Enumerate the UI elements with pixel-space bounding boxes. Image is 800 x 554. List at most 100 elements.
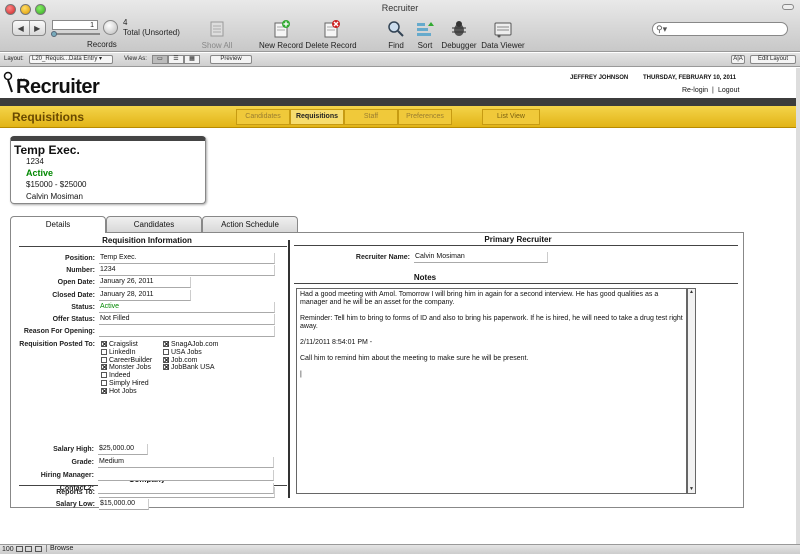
- position-label: Position:: [65, 255, 95, 262]
- show-all-label: Show All: [201, 41, 233, 50]
- page-title: Requisitions: [12, 110, 85, 124]
- notes-scrollbar[interactable]: ▲ ▼: [687, 288, 696, 494]
- record-slider-knob[interactable]: [51, 31, 57, 37]
- posted-site-label: JobBank USA: [171, 364, 215, 371]
- checkbox-icon: [163, 341, 169, 347]
- show-all-icon: [210, 21, 224, 37]
- status-toolbar-toggle-icon[interactable]: [35, 546, 42, 552]
- logo-mark-icon: [3, 71, 13, 93]
- posted-monster-checkbox[interactable]: Monster Jobs: [101, 364, 151, 372]
- tab-action-schedule[interactable]: Action Schedule: [202, 216, 298, 232]
- zoom-level[interactable]: 100: [2, 546, 14, 553]
- new-record-button[interactable]: New Record: [258, 20, 304, 50]
- app-logo: ACC Recruiter: [3, 71, 100, 99]
- record-number-input[interactable]: 1: [52, 20, 98, 30]
- tab-preferences[interactable]: Preferences: [398, 109, 452, 125]
- new-record-label: New Record: [258, 41, 303, 50]
- zoom-in-icon[interactable]: [25, 546, 32, 552]
- scroll-down-icon[interactable]: ▼: [688, 486, 695, 493]
- posted-snagajob-checkbox[interactable]: SnagAJob.com: [163, 341, 218, 349]
- list-view-button[interactable]: List View: [482, 109, 540, 125]
- view-list-icon[interactable]: ☰: [168, 55, 184, 64]
- header-separator: |: [712, 87, 714, 94]
- open-date-field[interactable]: January 26, 2011: [99, 277, 191, 288]
- posted-jobbank-checkbox[interactable]: JobBank USA: [163, 364, 215, 372]
- debugger-label: Debugger: [441, 41, 477, 50]
- data-viewer-button[interactable]: Data Viewer: [481, 20, 525, 50]
- position-field[interactable]: Temp Exec.: [99, 253, 275, 264]
- posted-site-label: Monster Jobs: [109, 364, 152, 371]
- contact2-field[interactable]: [98, 483, 274, 494]
- posted-linkedin-checkbox[interactable]: LinkedIn: [101, 349, 135, 357]
- status-bar: 100 Browse: [0, 544, 800, 554]
- salary-high-field[interactable]: $25,000.00: [98, 444, 148, 455]
- number-label: Number:: [66, 267, 95, 274]
- posted-site-label: Indeed: [109, 372, 131, 379]
- data-viewer-icon: [494, 22, 512, 38]
- notes-paragraph: Had a good meeting with Amol. Tomorrow I…: [300, 291, 659, 306]
- edit-layout-button[interactable]: Edit Layout: [750, 55, 796, 64]
- posted-simplyhired-checkbox[interactable]: Simply Hired: [101, 380, 149, 388]
- new-record-icon: [274, 20, 290, 38]
- debugger-button[interactable]: Debugger: [441, 20, 477, 50]
- layout-select[interactable]: L20_Requis...Data Entry ▾: [29, 55, 113, 64]
- status-field[interactable]: Active: [99, 302, 275, 313]
- offer-status-label: Offer Status:: [52, 316, 95, 323]
- find-magnifier-icon: [388, 21, 404, 37]
- prev-record-icon[interactable]: ◀: [13, 21, 29, 35]
- layout-bar: Layout: L20_Requis...Data Entry ▾ View A…: [0, 53, 800, 67]
- posted-site-label: Hot Jobs: [109, 388, 137, 395]
- view-as-buttons: ▭ ☰ ▦: [152, 55, 200, 64]
- grade-field[interactable]: Medium: [98, 457, 274, 468]
- tab-details[interactable]: Details: [10, 216, 106, 233]
- recruiter-name-field[interactable]: Calvin Mosiman: [414, 252, 548, 263]
- checkbox-icon: [101, 364, 107, 370]
- delete-record-icon: [324, 20, 340, 38]
- window-scrollbar[interactable]: [796, 68, 800, 544]
- tab-staff[interactable]: Staff: [344, 109, 398, 125]
- reason-field[interactable]: [99, 326, 275, 337]
- view-form-icon[interactable]: ▭: [152, 55, 168, 64]
- number-field[interactable]: 1234: [99, 265, 275, 276]
- notes-textarea[interactable]: Had a good meeting with Amol. Tomorrow I…: [296, 288, 687, 494]
- tab-candidates[interactable]: Candidates: [236, 109, 290, 125]
- text-size-button[interactable]: A|A: [731, 55, 745, 64]
- window-toolbar: Recruiter ◀ ▶ 1 4 Total (Unsorted) Recor…: [0, 0, 800, 52]
- preview-button[interactable]: Preview: [210, 55, 252, 64]
- posted-hotjobs-checkbox[interactable]: Hot Jobs: [101, 388, 137, 396]
- salary-low-field[interactable]: $15,000.00: [99, 499, 149, 510]
- find-button[interactable]: Find: [384, 20, 408, 50]
- notes-heading: Notes: [413, 273, 437, 282]
- posted-craigslist-checkbox[interactable]: Craigslist: [101, 341, 138, 349]
- salary-high-label: Salary High:: [53, 446, 94, 453]
- toolbar-toggle-button[interactable]: [782, 4, 794, 10]
- checkbox-icon: [163, 357, 169, 363]
- show-all-button[interactable]: Show All: [198, 20, 236, 50]
- closed-date-field[interactable]: January 28, 2011: [99, 290, 191, 301]
- tab-requisitions[interactable]: Requisitions: [290, 109, 344, 125]
- search-input[interactable]: ⚲▾: [652, 22, 788, 36]
- checkbox-icon: [101, 380, 107, 386]
- notes-rule: [294, 283, 738, 284]
- offer-status-field[interactable]: Not Filled: [99, 314, 275, 325]
- record-count: 4: [123, 18, 128, 27]
- scroll-up-icon[interactable]: ▲: [688, 289, 695, 296]
- posted-usajobs-checkbox[interactable]: USA Jobs: [163, 349, 202, 357]
- next-record-icon[interactable]: ▶: [28, 21, 46, 35]
- posted-indeed-checkbox[interactable]: Indeed: [101, 372, 130, 380]
- search-icon: ⚲▾: [656, 24, 668, 34]
- record-slider[interactable]: [52, 33, 100, 35]
- record-dial-icon[interactable]: [103, 20, 118, 35]
- find-label: Find: [388, 41, 404, 50]
- mode-indicator[interactable]: Browse: [46, 545, 76, 552]
- logo-text: Recruiter: [16, 76, 100, 98]
- tab-detail-candidates[interactable]: Candidates: [106, 216, 202, 232]
- view-table-icon[interactable]: ▦: [184, 55, 200, 64]
- relogin-link[interactable]: Re-login: [682, 87, 708, 94]
- logout-link[interactable]: Logout: [718, 87, 739, 94]
- zoom-out-icon[interactable]: [16, 546, 23, 552]
- hiring-manager-field[interactable]: [98, 470, 274, 481]
- delete-record-button[interactable]: Delete Record: [305, 20, 357, 50]
- sort-button[interactable]: Sort: [413, 20, 437, 50]
- requisition-info-heading: Requisition Information: [102, 236, 192, 245]
